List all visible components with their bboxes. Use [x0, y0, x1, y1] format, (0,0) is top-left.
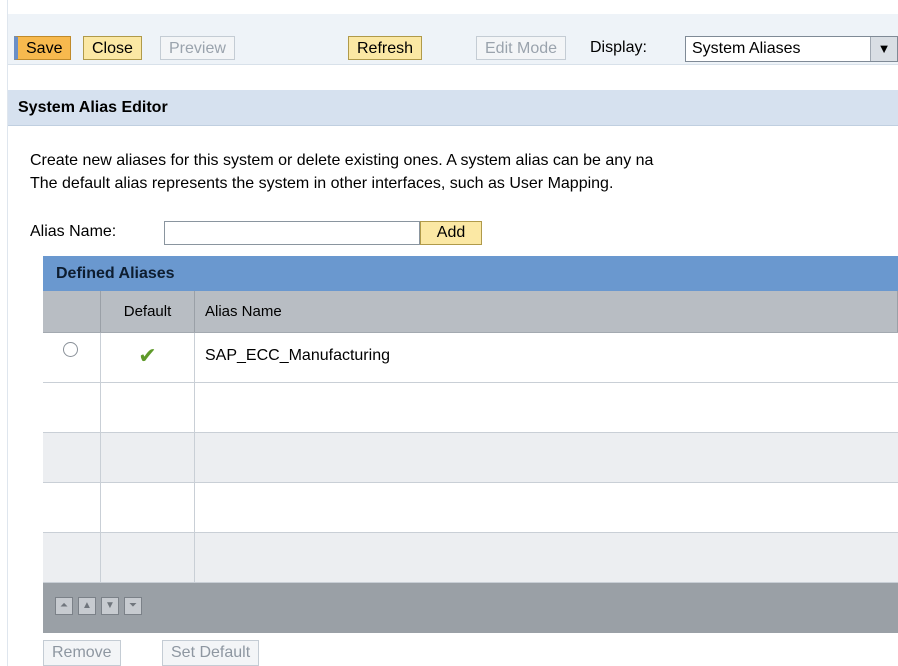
left-border: [0, 0, 8, 666]
previous-page-icon[interactable]: ▲: [78, 597, 96, 615]
section-title: System Alias Editor: [8, 90, 898, 126]
table-header-row: Default Alias Name: [43, 291, 898, 333]
add-alias-button[interactable]: Add: [420, 221, 482, 245]
table-row[interactable]: [43, 433, 898, 483]
close-button[interactable]: Close: [83, 36, 142, 60]
alias-name-label: Alias Name:: [30, 223, 117, 240]
check-icon: ✔: [138, 343, 157, 368]
default-cell: ✔: [101, 333, 195, 382]
defined-aliases-table: Defined Aliases Default Alias Name ✔ SAP…: [43, 256, 898, 633]
chevron-down-icon[interactable]: ▼: [870, 37, 897, 61]
save-button[interactable]: Save: [14, 36, 72, 60]
preview-button[interactable]: Preview: [160, 36, 235, 60]
default-column-header: Default: [101, 291, 195, 332]
description-line-2: The default alias represents the system …: [30, 175, 614, 192]
display-select[interactable]: System Aliases ▼: [685, 36, 898, 62]
table-pagination-bar: ⏶ ▲ ▼ ⏷: [43, 583, 898, 633]
alias-name-column-header: Alias Name: [195, 291, 898, 332]
row-radio-button[interactable]: [63, 342, 78, 357]
alias-name-input[interactable]: [164, 221, 420, 245]
remove-button[interactable]: Remove: [43, 640, 121, 666]
description-line-1: Create new aliases for this system or de…: [30, 152, 654, 169]
table-row[interactable]: [43, 533, 898, 583]
table-title: Defined Aliases: [43, 256, 898, 291]
first-page-icon[interactable]: ⏶: [55, 597, 73, 615]
display-select-value: System Aliases: [692, 40, 801, 57]
next-page-icon[interactable]: ▼: [101, 597, 119, 615]
display-label: Display:: [590, 39, 647, 56]
table-row[interactable]: [43, 483, 898, 533]
alias-name-cell: SAP_ECC_Manufacturing: [205, 347, 390, 364]
last-page-icon[interactable]: ⏷: [124, 597, 142, 615]
row-select-cell: [43, 333, 101, 382]
table-row[interactable]: [43, 383, 898, 433]
select-column-header: [43, 291, 101, 332]
table-row[interactable]: ✔ SAP_ECC_Manufacturing: [43, 333, 898, 383]
set-default-button[interactable]: Set Default: [162, 640, 260, 666]
edit-mode-button[interactable]: Edit Mode: [476, 36, 567, 60]
refresh-button[interactable]: Refresh: [348, 36, 423, 60]
